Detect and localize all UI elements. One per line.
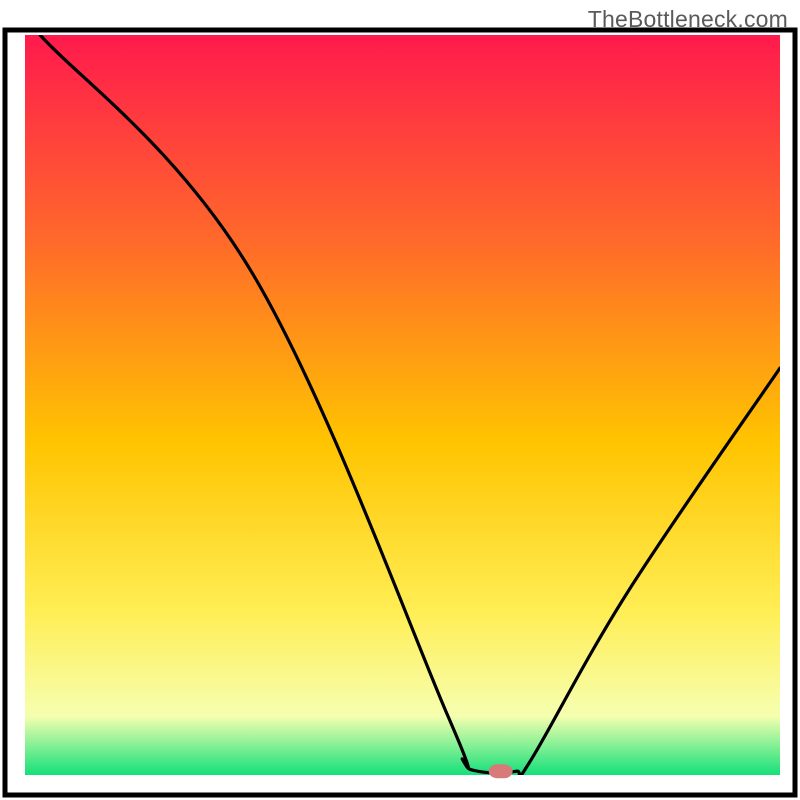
chart-background-gradient bbox=[25, 35, 780, 775]
watermark-text: TheBottleneck.com bbox=[588, 6, 788, 33]
optimal-point-marker bbox=[489, 764, 513, 778]
chart-svg bbox=[0, 0, 800, 800]
chart-stage: TheBottleneck.com bbox=[0, 0, 800, 800]
